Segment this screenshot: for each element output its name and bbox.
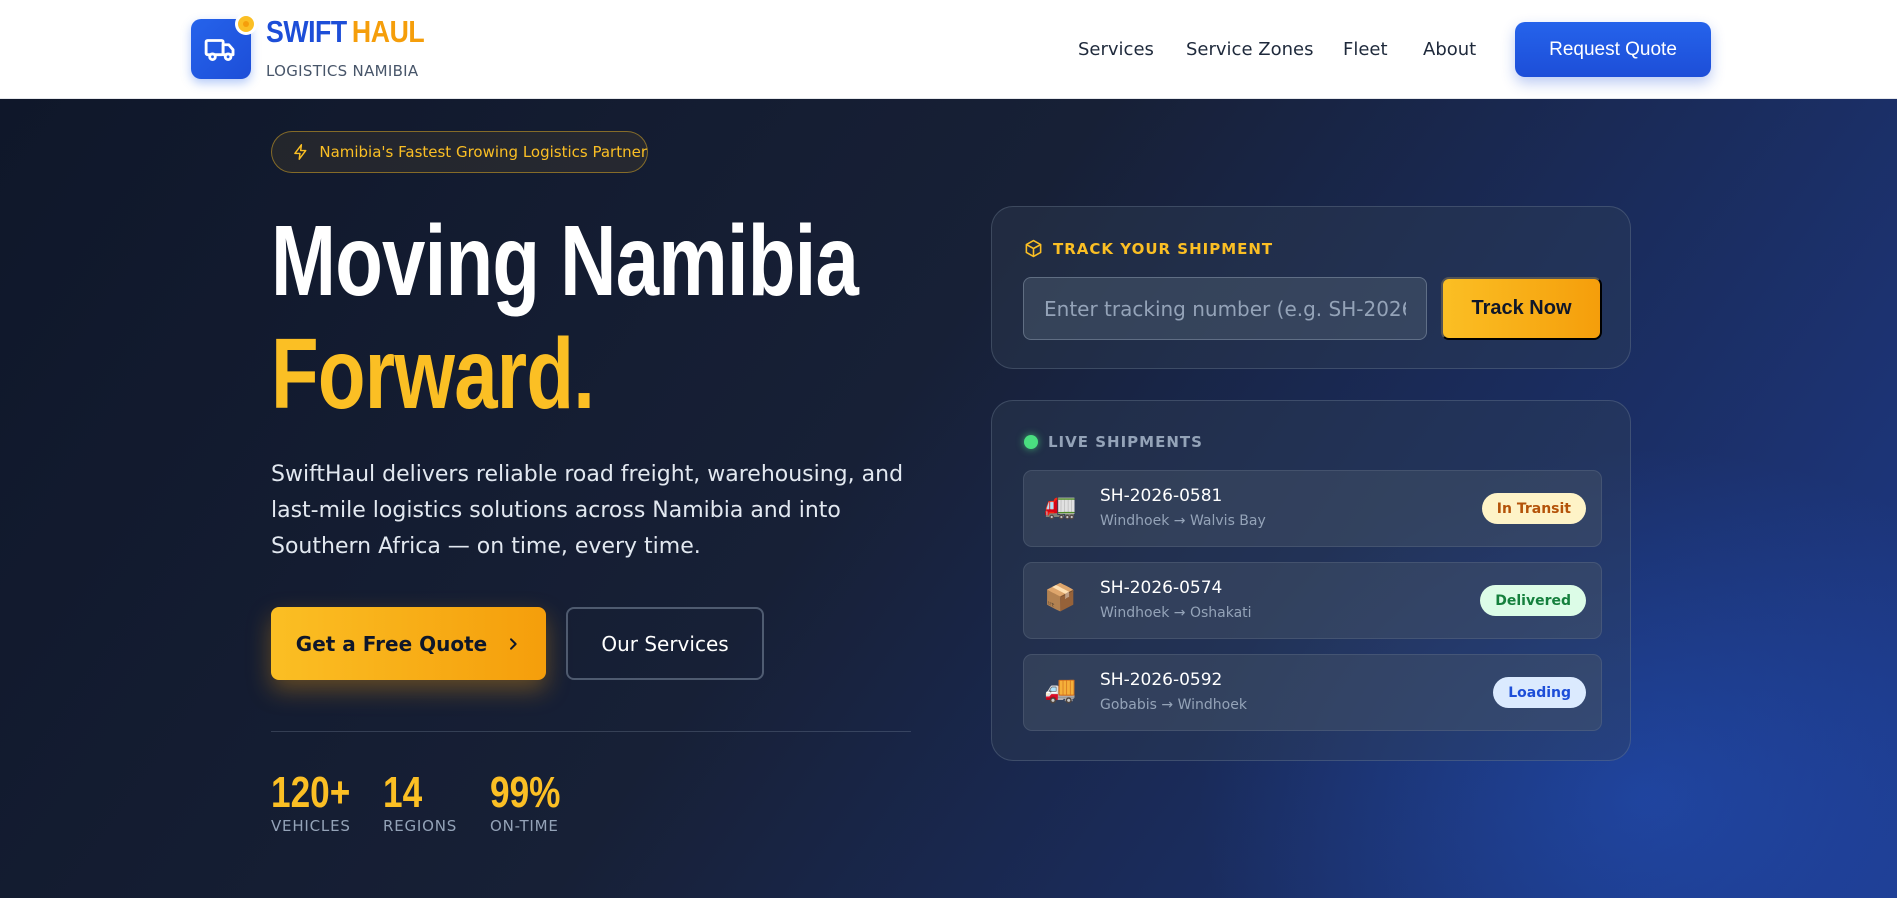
shipment-row[interactable]: 🚛 SH-2026-0581 Windhoek → Walvis Bay In … (1023, 470, 1602, 547)
shipment-route: Windhoek → Oshakati (1100, 605, 1252, 621)
nav-link-services[interactable]: Services (1078, 39, 1154, 60)
live-indicator-icon (1024, 435, 1038, 449)
hero-description: SwiftHaul delivers reliable road freight… (271, 462, 904, 559)
our-services-button[interactable]: Our Services (566, 607, 764, 680)
hero-section: Namibia's Fastest Growing Logistics Part… (0, 99, 1897, 898)
brand-name-part2: HAUL (351, 14, 425, 49)
logo-status-dot (235, 13, 257, 35)
site-header: SWIFT HAUL LOGISTICS NAMIBIA Services Ser… (0, 0, 1897, 99)
live-shipments-heading-text: LIVE SHIPMENTS (1048, 433, 1203, 451)
shipment-row[interactable]: 📦 SH-2026-0574 Windhoek → Oshakati Deliv… (1023, 562, 1602, 639)
nav-link-service-zones[interactable]: Service Zones (1186, 39, 1313, 60)
shipment-route: Windhoek → Walvis Bay (1100, 513, 1266, 529)
track-shipment-card: TRACK YOUR SHIPMENT Track Now (991, 206, 1631, 369)
stat-regions-value: 14 (383, 768, 423, 817)
live-shipments-card: LIVE SHIPMENTS 🚛 SH-2026-0581 Windhoek →… (991, 400, 1631, 761)
shipment-id: SH-2026-0592 (1100, 670, 1223, 690)
track-now-button[interactable]: Track Now (1441, 277, 1602, 340)
stat-ontime-value: 99% (490, 768, 561, 817)
hero-badge-text: Namibia's Fastest Growing Logistics Part… (319, 143, 647, 161)
stat-regions-label: REGIONS (383, 817, 458, 835)
brand-name-part1: SWIFT (266, 14, 347, 49)
stat-ontime-label: ON-TIME (490, 817, 559, 835)
nav-link-about[interactable]: About (1423, 39, 1476, 60)
shipment-route: Gobabis → Windhoek (1100, 697, 1247, 713)
track-shipment-heading: TRACK YOUR SHIPMENT (1024, 239, 1273, 258)
tracking-number-input[interactable] (1023, 277, 1427, 340)
chevron-right-icon (510, 637, 517, 650)
hero-headline-line2: Forward. (271, 318, 595, 430)
stat-vehicles-value: 120+ (271, 768, 351, 817)
lightning-icon (294, 144, 307, 160)
get-free-quote-label: Get a Free Quote (295, 631, 488, 656)
delivery-truck-icon: 🚚 (1044, 675, 1077, 705)
status-badge: Loading (1493, 677, 1586, 708)
truck-icon (204, 39, 235, 62)
shipment-row[interactable]: 🚚 SH-2026-0592 Gobabis → Windhoek Loadin… (1023, 654, 1602, 731)
nav-link-fleet[interactable]: Fleet (1343, 39, 1388, 60)
package-icon: 📦 (1044, 583, 1077, 613)
hero-badge: Namibia's Fastest Growing Logistics Part… (271, 131, 648, 173)
status-badge: In Transit (1481, 493, 1586, 524)
status-badge: Delivered (1480, 585, 1586, 616)
package-icon (1025, 239, 1042, 258)
request-quote-button[interactable]: Request Quote (1515, 22, 1711, 77)
shipment-id: SH-2026-0581 (1100, 486, 1223, 506)
hero-divider (271, 731, 911, 732)
brand-name[interactable]: SWIFT HAUL (266, 14, 425, 50)
shipment-id: SH-2026-0574 (1100, 578, 1223, 598)
track-shipment-heading-text: TRACK YOUR SHIPMENT (1053, 239, 1274, 258)
stat-vehicles-label: VEHICLES (271, 817, 351, 835)
get-free-quote-button[interactable]: Get a Free Quote (271, 607, 546, 680)
hero-headline-line1: Moving Namibia (271, 205, 859, 317)
lorry-icon: 🚛 (1044, 491, 1077, 521)
live-shipments-heading: LIVE SHIPMENTS (1024, 433, 1203, 451)
brand-subtitle: LOGISTICS NAMIBIA (266, 62, 419, 80)
